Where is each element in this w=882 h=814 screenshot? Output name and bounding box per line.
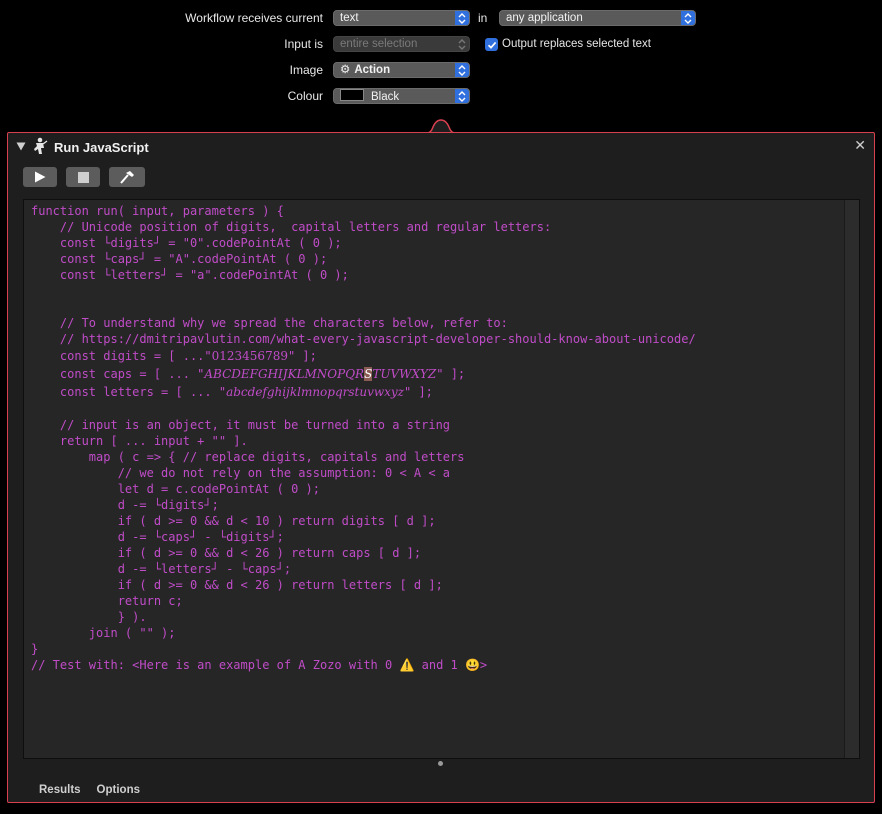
run-button[interactable]	[23, 167, 57, 187]
input-is-popup: entire selection	[333, 36, 470, 52]
code-line: } ).	[31, 610, 147, 624]
code-line: d -= └digits┘;	[31, 498, 219, 512]
application-value: any application	[506, 12, 583, 24]
image-label: Image	[289, 63, 323, 77]
code-line: if ( d >= 0 && d < 26 ) return caps [ d …	[31, 546, 422, 560]
code-line: let d = c.codePointAt ( 0 );	[31, 482, 320, 496]
code-segment: const letters = [ ... "	[31, 385, 227, 399]
code-segment: " ];	[287, 349, 317, 363]
code-line: d -= └letters┘ - └caps┘;	[31, 562, 292, 576]
chevron-updown-icon	[455, 63, 469, 77]
chevron-updown-icon	[455, 37, 469, 51]
code-line: }	[31, 642, 39, 656]
colour-swatch	[340, 89, 364, 101]
code-line: // To understand why we spread the chara…	[31, 316, 508, 330]
receives-type-popup[interactable]: text	[333, 10, 470, 26]
output-replaces-checkbox[interactable]	[485, 38, 498, 51]
application-popup[interactable]: any application	[499, 10, 696, 26]
code-line: map ( c => { // replace digits, capitals…	[31, 450, 465, 464]
styled-caps: ABCDEFGHIJKLMNOPQR	[204, 367, 365, 381]
styled-letters: abcdefghijklmnopqrstuvwxyz	[226, 385, 404, 399]
code-segment: " ];	[404, 385, 433, 399]
code-line: // Test with: <Here is an example of A Z…	[31, 658, 488, 672]
code-line: // https://dmitripavlutin.com/what-every…	[31, 332, 696, 346]
bottom-tabs: Results Options	[39, 784, 140, 796]
code-line: join ( "" );	[31, 626, 176, 640]
output-replaces-label[interactable]: Output replaces selected text	[502, 36, 651, 52]
code-segment: const caps = [ ... "	[31, 367, 205, 381]
checkmark-icon	[487, 41, 496, 49]
chevron-updown-icon	[455, 89, 469, 103]
code-line: function run( input, parameters ) {	[31, 204, 284, 218]
code-segment: " ];	[436, 367, 466, 381]
code-line: return [ ... input + "" ].	[31, 434, 248, 448]
colour-value: Black	[371, 91, 400, 103]
stop-icon	[77, 171, 89, 183]
disclosure-triangle-icon[interactable]	[16, 142, 26, 151]
close-icon[interactable]: ✕	[854, 137, 866, 154]
tab-options[interactable]: Options	[97, 784, 140, 796]
receives-label: Workflow receives current	[185, 11, 323, 25]
colour-label: Colour	[287, 89, 323, 103]
styled-digits: 0123456789	[211, 349, 288, 363]
gear-icon: ⚙	[340, 64, 351, 76]
chevron-updown-icon	[681, 11, 695, 25]
input-is-value: entire selection	[340, 38, 418, 50]
styled-caps: TUVWXYZ	[372, 367, 437, 381]
code-line: const letters = [ ... "abcdefghijklmnopq…	[31, 383, 696, 401]
code-line: return c;	[31, 594, 183, 608]
script-runner-icon	[34, 137, 48, 154]
code-line: const └digits┘ = "0".codePointAt ( 0 );	[31, 236, 342, 250]
code-line: // we do not rely on the assumption: 0 <…	[31, 466, 451, 480]
code-line: if ( d >= 0 && d < 26 ) return letters […	[31, 578, 443, 592]
image-value: Action	[354, 64, 391, 76]
code-line: const digits = [ ..."0123456789" ];	[31, 347, 696, 365]
run-javascript-action: Run JavaScript ✕ function run( input, pa…	[7, 132, 875, 803]
code-line: d -= └caps┘ - └digits┘;	[31, 530, 284, 544]
input-is-label: Input is	[284, 37, 323, 51]
script-editor[interactable]: function run( input, parameters ) { // U…	[23, 199, 860, 759]
in-label: in	[478, 11, 488, 25]
image-popup[interactable]: ⚙ Action	[333, 62, 470, 78]
play-icon	[35, 171, 46, 183]
code-line: // Unicode position of digits, capital l…	[31, 220, 552, 234]
tab-results[interactable]: Results	[39, 784, 81, 796]
editor-scrollbar[interactable]	[844, 200, 859, 758]
action-title: Run JavaScript	[54, 140, 149, 155]
code-line: const caps = [ ... "ABCDEFGHIJKLMNOPQRST…	[31, 365, 696, 383]
colour-popup[interactable]: Black	[333, 88, 470, 104]
stop-button[interactable]	[66, 167, 100, 187]
hammer-icon	[120, 171, 134, 184]
compile-button[interactable]	[109, 167, 145, 187]
code-segment: const digits = [ ..."	[31, 349, 212, 363]
code-line: // input is an object, it must be turned…	[31, 418, 451, 432]
chevron-updown-icon	[455, 11, 469, 25]
receives-type-value: text	[340, 12, 359, 24]
resize-handle[interactable]	[438, 761, 443, 766]
code-line: if ( d >= 0 && d < 10 ) return digits [ …	[31, 514, 436, 528]
code-line: const └letters┘ = "a".codePointAt ( 0 );	[31, 268, 349, 282]
code-line: const └caps┘ = "A".codePointAt ( 0 );	[31, 252, 328, 266]
code-text[interactable]: function run( input, parameters ) { // U…	[31, 203, 696, 673]
